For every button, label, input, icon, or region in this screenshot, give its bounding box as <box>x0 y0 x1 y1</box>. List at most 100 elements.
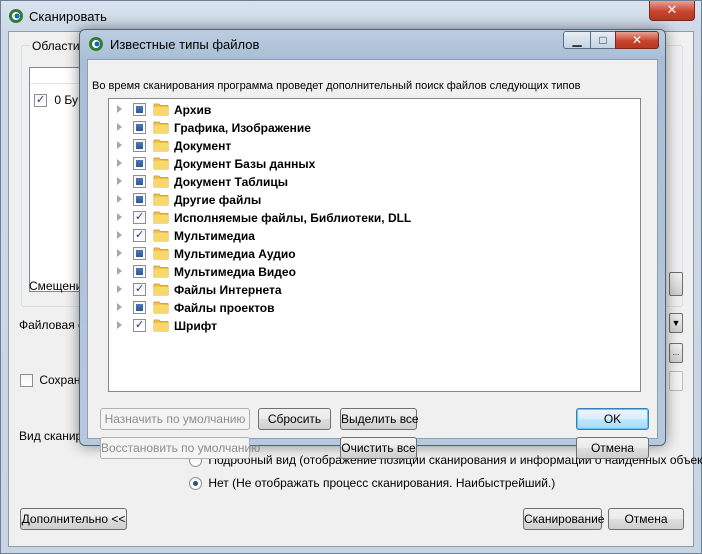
scan-window-close-button[interactable]: ✕ <box>649 1 695 21</box>
tree-item-label: Другие файлы <box>174 193 262 207</box>
tree-item-label: Мультимедиа <box>174 229 255 243</box>
tree-item[interactable]: Мультимедиа <box>109 227 640 245</box>
dialog-description: Во время сканирования программа проведет… <box>92 80 581 92</box>
tree-item-label: Мультимедиа Аудио <box>174 247 296 261</box>
tree-item-label: Файлы проектов <box>174 301 275 315</box>
tree-item[interactable]: Документ <box>109 137 640 155</box>
tree-item-checkbox[interactable] <box>133 283 146 296</box>
save-checkbox[interactable] <box>20 374 33 388</box>
list-item-checkbox[interactable] <box>34 94 47 108</box>
folder-icon <box>153 265 169 278</box>
scan-window-title: Сканировать <box>29 9 107 24</box>
list-item[interactable]: 0 Бу <box>34 93 78 108</box>
tree-item[interactable]: Графика, Изображение <box>109 119 640 137</box>
tree-item-label: Мультимедиа Видео <box>174 265 296 279</box>
ok-button[interactable]: OK <box>576 408 649 430</box>
app-logo-icon <box>89 37 103 51</box>
expand-arrow-icon[interactable] <box>117 321 122 329</box>
dialog-title: Известные типы файлов <box>110 37 260 52</box>
advanced-button[interactable]: Дополнительно << <box>20 508 127 530</box>
folder-icon <box>153 301 169 314</box>
tree-item[interactable]: Исполняемые файлы, Библиотеки, DLL <box>109 209 640 227</box>
tree-item[interactable]: Шрифт <box>109 317 640 335</box>
expand-arrow-icon[interactable] <box>117 123 122 131</box>
tree-item-label: Документ Таблицы <box>174 175 288 189</box>
tree-item-checkbox[interactable] <box>133 175 146 188</box>
expand-arrow-icon[interactable] <box>117 159 122 167</box>
dialog-cancel-button[interactable]: Отмена <box>576 437 649 459</box>
minimize-button[interactable]: ▁ <box>563 31 591 49</box>
tree-item-checkbox[interactable] <box>133 301 146 314</box>
filesystem-dropdown-button[interactable]: ▼ <box>669 313 683 333</box>
clear-all-button[interactable]: Очистить все <box>340 437 417 459</box>
tree-item-label: Документ <box>174 139 232 153</box>
file-types-dialog: Известные типы файлов ▁ □ ✕ Во время ска… <box>79 29 666 459</box>
list-item-label: 0 Бу <box>54 93 78 107</box>
folder-icon <box>153 193 169 206</box>
tree-item[interactable]: Файлы проектов <box>109 299 640 317</box>
tree-item-checkbox[interactable] <box>133 157 146 170</box>
expand-arrow-icon[interactable] <box>117 267 122 275</box>
tree-item[interactable]: Документ Таблицы <box>109 173 640 191</box>
folder-icon <box>153 247 169 260</box>
tree-item-checkbox[interactable] <box>133 229 146 242</box>
tree-item-checkbox[interactable] <box>133 103 146 116</box>
tree-item[interactable]: Другие файлы <box>109 191 640 209</box>
maximize-button[interactable]: □ <box>590 31 616 49</box>
set-default-button[interactable]: Назначить по умолчанию <box>100 408 250 430</box>
browse-button[interactable]: ... <box>669 343 683 363</box>
save-side-button[interactable] <box>669 371 683 391</box>
save-option[interactable]: Сохрани <box>20 373 87 388</box>
radio-none-label: Нет (Не отображать процесс сканирования.… <box>208 476 556 490</box>
folder-icon <box>153 211 169 224</box>
tree-item-checkbox[interactable] <box>133 265 146 278</box>
tree-item[interactable]: Мультимедиа Аудио <box>109 245 640 263</box>
tree-item-label: Файлы Интернета <box>174 283 282 297</box>
folder-icon <box>153 283 169 296</box>
radio-none-view[interactable]: Нет (Не отображать процесс сканирования.… <box>189 476 556 491</box>
expand-arrow-icon[interactable] <box>117 177 122 185</box>
expand-arrow-icon[interactable] <box>117 105 122 113</box>
folder-icon <box>153 103 169 116</box>
tree-item-label: Графика, Изображение <box>174 121 311 135</box>
tree-item[interactable]: Архив <box>109 101 640 119</box>
scan-window-titlebar[interactable]: Сканировать ✕ <box>1 1 701 31</box>
expand-arrow-icon[interactable] <box>117 303 122 311</box>
tree-item-checkbox[interactable] <box>133 211 146 224</box>
app-logo-icon <box>9 9 23 23</box>
folder-icon <box>153 139 169 152</box>
select-all-button[interactable]: Выделить все <box>340 408 419 430</box>
restore-default-button[interactable]: Восстановить по умолчанию <box>100 437 260 459</box>
scan-cancel-button[interactable]: Отмена <box>608 508 684 530</box>
tree-item[interactable]: Файлы Интернета <box>109 281 640 299</box>
folder-icon <box>153 121 169 134</box>
tree-item-checkbox[interactable] <box>133 319 146 332</box>
radio-none-button[interactable] <box>189 477 202 491</box>
tree-item[interactable]: Мультимедиа Видео <box>109 263 640 281</box>
expand-arrow-icon[interactable] <box>117 231 122 239</box>
scan-button[interactable]: Сканирование <box>523 508 604 530</box>
dialog-client: Во время сканирования программа проведет… <box>87 59 658 459</box>
expand-arrow-icon[interactable] <box>117 141 122 149</box>
tree-item-label: Шрифт <box>174 319 217 333</box>
folder-icon <box>153 319 169 332</box>
tree-item-checkbox[interactable] <box>133 193 146 206</box>
tree-item-checkbox[interactable] <box>133 139 146 152</box>
expand-arrow-icon[interactable] <box>117 195 122 203</box>
expand-arrow-icon[interactable] <box>117 285 122 293</box>
folder-icon <box>153 229 169 242</box>
tree-item-checkbox[interactable] <box>133 247 146 260</box>
folder-icon <box>153 157 169 170</box>
expand-arrow-icon[interactable] <box>117 249 122 257</box>
tree-item-label: Документ Базы данных <box>174 157 316 171</box>
dialog-close-button[interactable]: ✕ <box>615 31 659 49</box>
expand-arrow-icon[interactable] <box>117 213 122 221</box>
offset-side-button[interactable] <box>669 272 683 296</box>
file-types-tree[interactable]: Архив Графика, Изображение Документ Докумен… <box>108 98 641 392</box>
tree-item[interactable]: Документ Базы данных <box>109 155 640 173</box>
folder-icon <box>153 175 169 188</box>
filesystem-label: Файловая с <box>19 318 85 332</box>
tree-item-label: Исполняемые файлы, Библиотеки, DLL <box>174 211 412 225</box>
reset-button[interactable]: Сбросить <box>258 408 331 430</box>
tree-item-checkbox[interactable] <box>133 121 146 134</box>
